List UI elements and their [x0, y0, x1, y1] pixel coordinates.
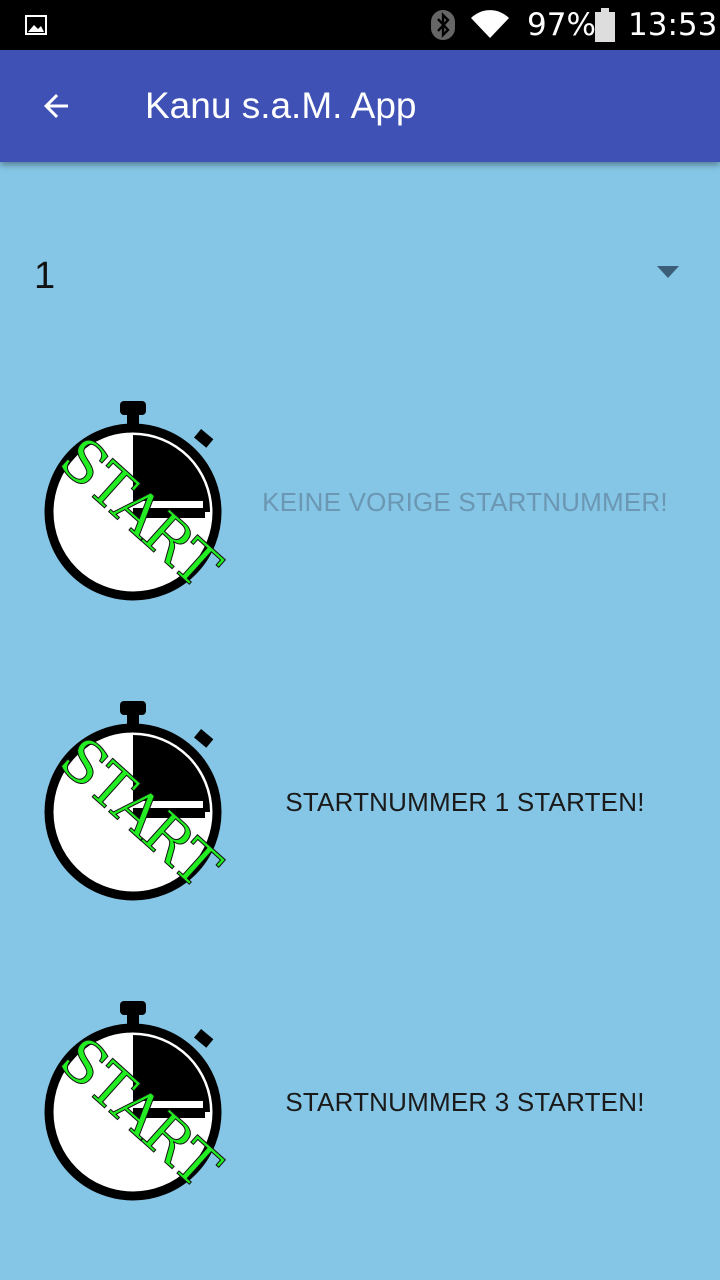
start-row-1: KEINE VORIGE STARTNUMMER! — [0, 400, 720, 620]
app-bar: Kanu s.a.M. App — [0, 50, 720, 162]
start-stopwatch-icon[interactable] — [38, 700, 228, 910]
start-number-1-button[interactable]: STARTNUMMER 1 STARTEN! — [240, 782, 690, 822]
wifi-icon — [471, 10, 509, 39]
previous-startnumber-button[interactable]: KEINE VORIGE STARTNUMMER! — [240, 482, 690, 522]
start-stopwatch-icon[interactable] — [38, 1000, 228, 1210]
status-clock: 13:53 — [628, 7, 718, 43]
status-bar: 97% 13:53 — [0, 0, 720, 50]
battery-percent: 97% — [527, 7, 596, 43]
back-button[interactable] — [20, 66, 92, 146]
spinner-selected-value: 1 — [34, 255, 56, 297]
start-stopwatch-icon[interactable] — [38, 400, 228, 610]
startnumber-spinner[interactable]: 1 — [0, 236, 720, 316]
page-title: Kanu s.a.M. App — [145, 85, 417, 126]
gallery-icon — [25, 15, 47, 35]
start-row-2: STARTNUMMER 1 STARTEN! — [0, 700, 720, 920]
bluetooth-icon — [431, 10, 455, 40]
chevron-down-icon — [657, 266, 679, 278]
battery-icon — [595, 8, 615, 42]
arrow-back-icon — [44, 94, 68, 118]
start-number-3-button[interactable]: STARTNUMMER 3 STARTEN! — [240, 1082, 690, 1122]
start-row-3: STARTNUMMER 3 STARTEN! — [0, 1000, 720, 1220]
